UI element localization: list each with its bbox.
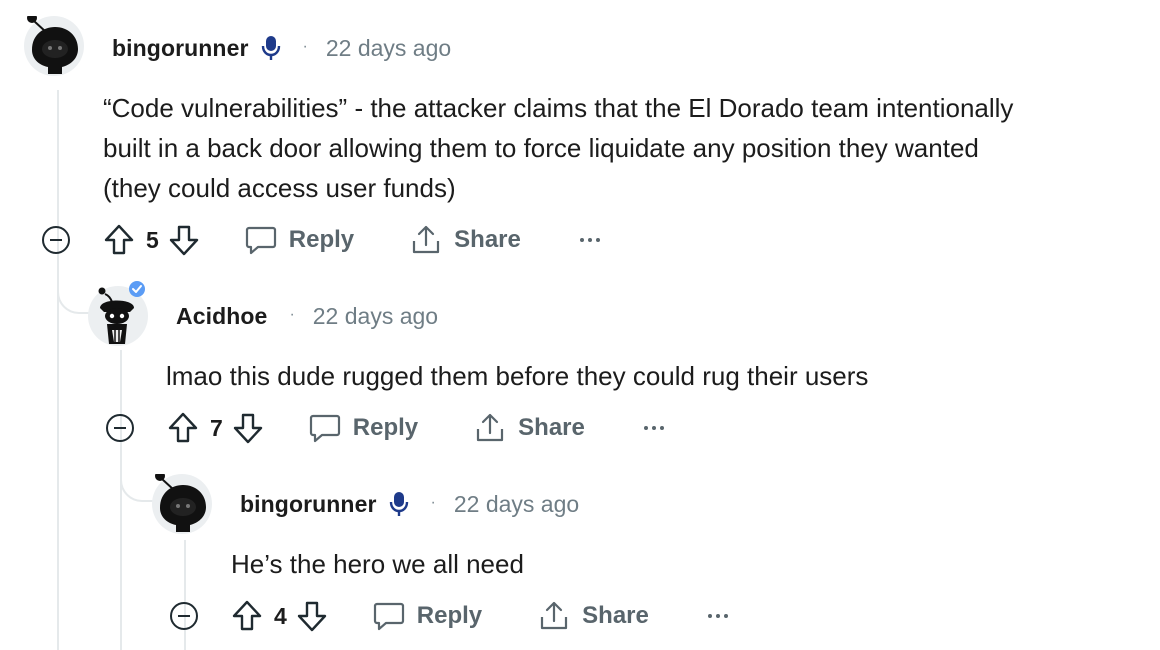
upvote-button[interactable] — [104, 224, 134, 256]
reply-button[interactable]: Reply — [309, 413, 418, 443]
comment-actions: 4 Reply Share — [170, 596, 729, 636]
minus-circle-icon — [50, 239, 62, 241]
avatar-acidhoe[interactable] — [88, 281, 148, 346]
comment-timestamp[interactable]: 22 days ago — [313, 303, 438, 330]
thread-line-level-1[interactable] — [57, 90, 59, 650]
collapse-thread-button[interactable] — [42, 226, 70, 254]
thread-line-level-2[interactable] — [120, 350, 122, 650]
downvote-button[interactable] — [233, 412, 263, 444]
upvote-button[interactable] — [168, 412, 198, 444]
vote-score: 5 — [146, 226, 159, 253]
ellipsis-icon — [643, 426, 664, 430]
downvote-button[interactable] — [169, 224, 199, 256]
microphone-icon — [261, 35, 281, 61]
share-button[interactable]: Share — [474, 412, 585, 444]
downvote-arrow-icon — [233, 413, 262, 444]
avatar-bingorunner[interactable] — [152, 474, 212, 534]
upvote-arrow-icon — [104, 224, 134, 255]
reply-label: Reply — [416, 602, 483, 629]
comment-actions: 7 Reply Share — [106, 408, 665, 448]
downvote-button[interactable] — [297, 600, 327, 632]
comment-header: bingorunner · 22 days ago — [240, 487, 579, 521]
username-link[interactable]: bingorunner — [112, 35, 249, 62]
speech-bubble-icon — [309, 414, 340, 443]
share-upload-icon — [413, 225, 440, 254]
microphone-icon — [389, 491, 409, 517]
snoo-avatar-icon — [155, 474, 206, 532]
share-button[interactable]: Share — [410, 224, 521, 256]
more-options-button[interactable] — [579, 236, 601, 244]
meta-separator: · — [289, 306, 295, 323]
ellipsis-icon — [579, 238, 600, 242]
minus-circle-icon — [178, 615, 190, 617]
comment-body-line: built in a back door allowing them to fo… — [103, 133, 979, 163]
meta-separator: · — [430, 494, 436, 511]
comment-header: bingorunner · 22 days ago — [112, 31, 451, 65]
reply-button[interactable]: Reply — [373, 601, 482, 631]
more-options-button[interactable] — [707, 612, 729, 620]
speech-bubble-icon — [373, 602, 404, 631]
comment-timestamp[interactable]: 22 days ago — [326, 35, 451, 62]
collapse-thread-button[interactable] — [170, 602, 198, 630]
ellipsis-icon — [707, 614, 728, 618]
comment-body-line: “Code vulnerabilities” - the attacker cl… — [103, 93, 1014, 123]
vote-score: 4 — [274, 602, 287, 629]
upvote-arrow-icon — [232, 600, 262, 631]
reply-label: Reply — [352, 414, 419, 441]
comment-thread: bingorunner · 22 days ago “Code vulnerab… — [0, 0, 1160, 650]
upvote-button[interactable] — [232, 600, 262, 632]
comment-actions: 5 Reply Share — [42, 220, 601, 260]
share-label: Share — [518, 414, 585, 441]
upvote-arrow-icon — [168, 412, 198, 443]
meta-separator: · — [302, 38, 308, 55]
snoo-avatar-icon — [27, 16, 78, 74]
comment-body-line: He’s the hero we all need — [231, 549, 524, 579]
share-label: Share — [582, 602, 649, 629]
more-options-button[interactable] — [643, 424, 665, 432]
comment-body: “Code vulnerabilities” - the attacker cl… — [103, 88, 1013, 208]
comment-header: Acidhoe · 22 days ago — [176, 299, 438, 333]
share-upload-icon — [477, 413, 504, 442]
share-button[interactable]: Share — [538, 600, 649, 632]
comment-body-line: lmao this dude rugged them before they c… — [166, 361, 869, 391]
speech-bubble-icon — [245, 226, 276, 255]
collapse-thread-button[interactable] — [106, 414, 134, 442]
downvote-arrow-icon — [169, 225, 198, 256]
reply-label: Reply — [288, 226, 355, 253]
comment-body: He’s the hero we all need — [231, 544, 524, 584]
avatar-bingorunner[interactable] — [24, 16, 84, 76]
reply-button[interactable]: Reply — [245, 225, 354, 255]
downvote-arrow-icon — [297, 601, 326, 632]
share-label: Share — [454, 226, 521, 253]
vote-score: 7 — [210, 414, 223, 441]
share-upload-icon — [541, 601, 568, 630]
username-link[interactable]: bingorunner — [240, 491, 377, 518]
comment-timestamp[interactable]: 22 days ago — [454, 491, 579, 518]
comment-body: lmao this dude rugged them before they c… — [166, 356, 868, 396]
username-link[interactable]: Acidhoe — [176, 303, 267, 330]
comment-body-line: (they could access user funds) — [103, 173, 456, 203]
minus-circle-icon — [114, 427, 126, 429]
